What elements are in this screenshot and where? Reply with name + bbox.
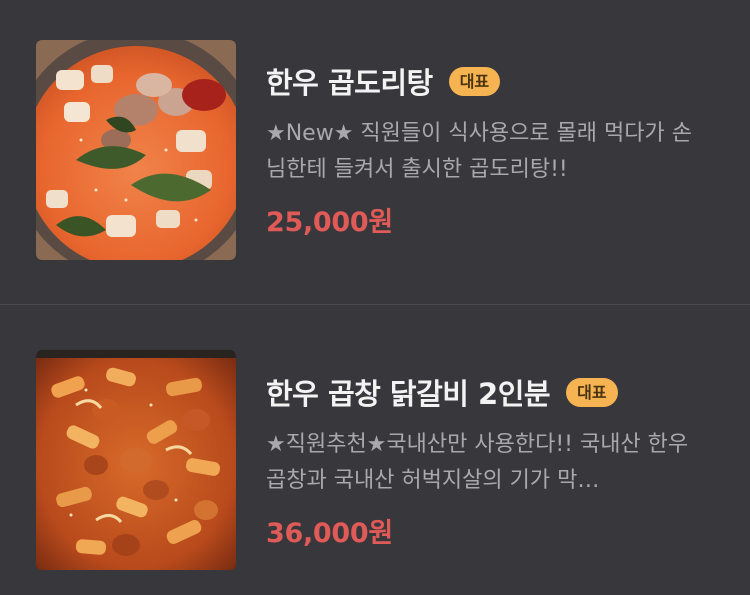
menu-item-price: 36,000원 xyxy=(266,518,393,549)
menu-item-description: ★직원추천★국내산만 사용한다!! 국내산 한우 곱창과 국내산 허벅지살의 기… xyxy=(266,432,689,493)
menu-list: 한우 곱도리탕 대표 ★New★ 직원들이 식사용으로 몰래 먹다가 손님한테 … xyxy=(0,0,750,595)
menu-item-gopdoritang[interactable]: 한우 곱도리탕 대표 ★New★ 직원들이 식사용으로 몰래 먹다가 손님한테 … xyxy=(0,0,750,304)
menu-item-name: 한우 곱도리탕 xyxy=(266,66,433,100)
signature-badge: 대표 xyxy=(566,377,618,407)
gopdoritang-photo xyxy=(36,40,236,260)
menu-item-description: ★New★ 직원들이 식사용으로 몰래 먹다가 손님한테 들켜서 출시한 곱도리… xyxy=(266,121,692,182)
menu-item-gopchang-dakgalbi[interactable]: 한우 곱창 닭갈비 2인분 대표 ★직원추천★국내산만 사용한다!! 국내산 한… xyxy=(0,305,750,595)
menu-item-title-row: 한우 곱창 닭갈비 2인분 대표 xyxy=(266,369,720,415)
signature-badge: 대표 xyxy=(448,66,501,96)
menu-item-title-row: 한우 곱도리탕 대표 xyxy=(266,58,720,104)
menu-item-photo[interactable] xyxy=(36,350,236,570)
menu-item-photo[interactable] xyxy=(36,40,236,260)
menu-item-price: 25,000원 xyxy=(266,207,393,238)
menu-item-info: 한우 곱창 닭갈비 2인분 대표 ★직원추천★국내산만 사용한다!! 국내산 한… xyxy=(266,369,720,550)
gopchang-dakgalbi-photo xyxy=(36,350,236,570)
menu-item-info: 한우 곱도리탕 대표 ★New★ 직원들이 식사용으로 몰래 먹다가 손님한테 … xyxy=(266,58,720,239)
menu-item-name: 한우 곱창 닭갈비 2인분 xyxy=(266,377,551,411)
